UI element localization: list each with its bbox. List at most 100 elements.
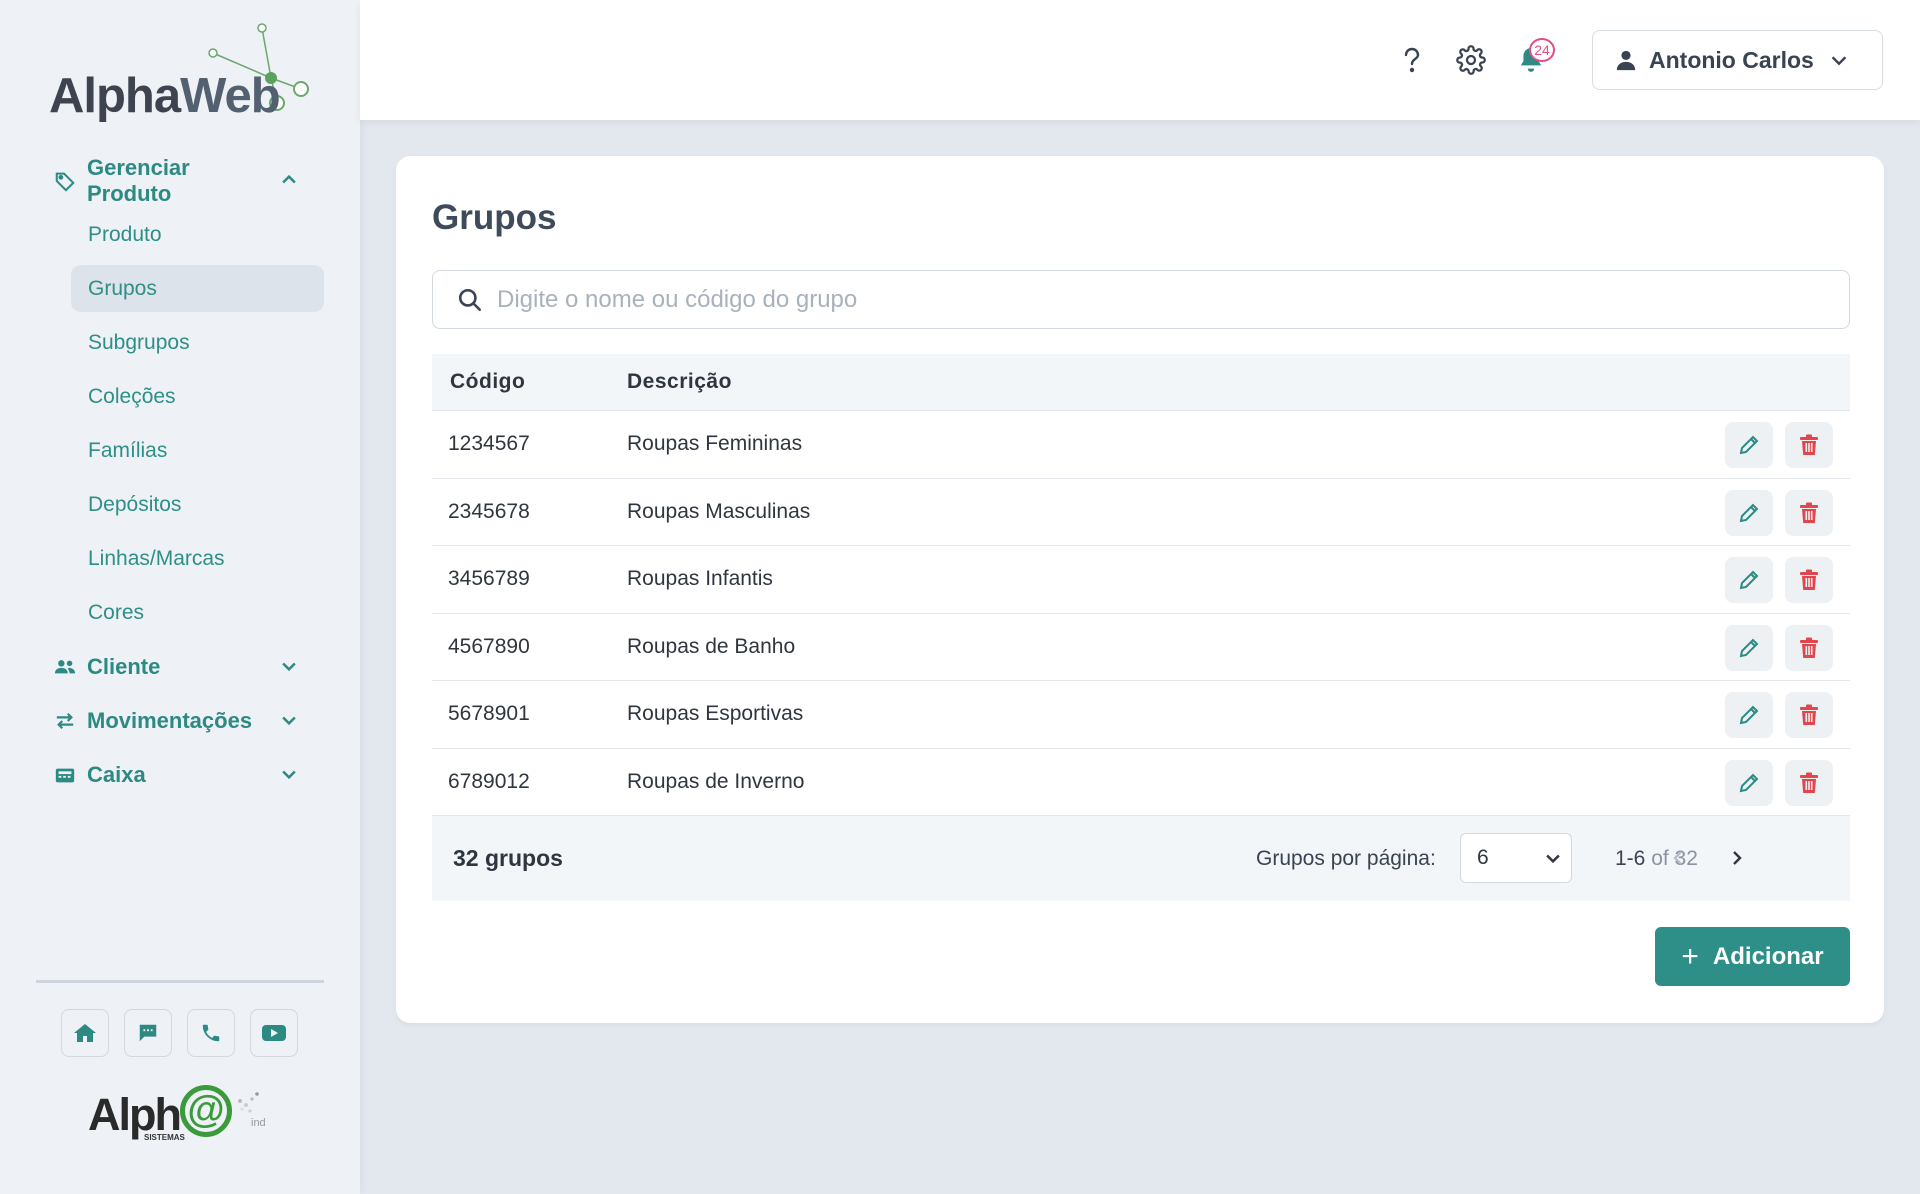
- table-row: 5678901 Roupas Esportivas: [432, 681, 1850, 749]
- trash-icon: [1799, 434, 1819, 456]
- user-menu-button[interactable]: Antonio Carlos: [1592, 30, 1883, 90]
- nav-group-label: Caixa: [87, 762, 146, 787]
- sidebar-item-cores[interactable]: Cores: [0, 586, 360, 640]
- trash-icon: [1799, 704, 1819, 726]
- sidebar-item-grupos[interactable]: Grupos: [71, 265, 324, 312]
- per-page-label: Grupos por página:: [1256, 846, 1436, 870]
- delete-button[interactable]: [1785, 624, 1833, 671]
- column-header-description[interactable]: Descrição: [627, 370, 1850, 394]
- help-button[interactable]: [1392, 40, 1432, 80]
- row-description: Roupas Esportivas: [627, 702, 804, 726]
- alpha-sistemas-logo: Alph @ SISTEMAS ind: [88, 1085, 288, 1145]
- youtube-icon: [261, 1023, 287, 1043]
- delete-button[interactable]: [1785, 422, 1833, 468]
- home-icon: [73, 1022, 97, 1044]
- nav-group-caixa[interactable]: Caixa: [0, 748, 360, 802]
- row-actions: [1725, 759, 1833, 806]
- sidebar-item-linhas-marcas[interactable]: Linhas/Marcas: [0, 532, 360, 586]
- chevron-down-icon: [279, 656, 301, 678]
- trash-icon: [1799, 502, 1819, 524]
- row-code: 5678901: [448, 702, 530, 726]
- chevron-down-icon: [1543, 848, 1563, 868]
- search-input[interactable]: [497, 285, 1797, 314]
- edit-button[interactable]: [1725, 692, 1773, 738]
- sidebar-item-subgrupos[interactable]: Subgrupos: [0, 316, 360, 370]
- page-title: Grupos: [432, 198, 557, 237]
- pencil-icon: [1737, 501, 1761, 525]
- row-actions: [1725, 489, 1833, 536]
- pencil-icon: [1737, 636, 1761, 660]
- edit-button[interactable]: [1725, 557, 1773, 603]
- phone-button[interactable]: [187, 1009, 235, 1057]
- sidebar-item-familias[interactable]: Famílias: [0, 424, 360, 478]
- per-page-select[interactable]: 6: [1460, 833, 1572, 883]
- delete-button[interactable]: [1785, 489, 1833, 536]
- logo-text: AlphaWeb: [49, 68, 281, 124]
- prev-page-button[interactable]: [1663, 843, 1693, 873]
- plus-icon: +: [1681, 939, 1699, 973]
- row-actions: [1725, 557, 1833, 603]
- users-icon: [53, 655, 77, 679]
- row-description: Roupas Masculinas: [627, 499, 811, 523]
- logo-alpha: Alpha: [49, 69, 181, 123]
- row-description: Roupas Infantis: [627, 567, 773, 591]
- delete-button[interactable]: [1785, 759, 1833, 806]
- home-button[interactable]: [61, 1009, 109, 1057]
- sidebar-item-colecoes[interactable]: Coleções: [0, 370, 360, 424]
- edit-button[interactable]: [1725, 624, 1773, 671]
- nav-group-gerenciar-produto[interactable]: Gerenciar Produto: [0, 154, 360, 208]
- edit-button[interactable]: [1725, 759, 1773, 806]
- column-header-code[interactable]: Código: [432, 370, 627, 394]
- pencil-icon: [1737, 771, 1761, 795]
- add-button[interactable]: + Adicionar: [1655, 927, 1850, 986]
- delete-button[interactable]: [1785, 557, 1833, 603]
- help-icon: [1401, 47, 1423, 73]
- nav-group-movimentacoes[interactable]: Movimentações: [0, 694, 360, 748]
- nav-group-label: Cliente: [87, 654, 161, 679]
- footer-logo-ind: ind: [251, 1117, 266, 1129]
- row-actions: [1725, 422, 1833, 468]
- total-count: 32 grupos: [453, 845, 563, 871]
- sidebar-item-depositos[interactable]: Depósitos: [0, 478, 360, 532]
- sidebar-item-produto[interactable]: Produto: [0, 208, 360, 262]
- groups-card: Grupos Código Descrição 1234567 Roupas F…: [396, 156, 1884, 1023]
- youtube-button[interactable]: [250, 1009, 298, 1057]
- row-code: 3456789: [448, 567, 530, 591]
- quick-links: [61, 1009, 298, 1057]
- edit-button[interactable]: [1725, 489, 1773, 536]
- alphaweb-logo[interactable]: AlphaWeb: [45, 22, 325, 132]
- settings-button[interactable]: [1451, 40, 1491, 80]
- chevron-right-icon: [1730, 849, 1744, 867]
- nav-group-cliente[interactable]: Cliente: [0, 640, 360, 694]
- user-name: Antonio Carlos: [1649, 46, 1814, 73]
- row-code: 1234567: [448, 432, 530, 456]
- cash-register-icon: [53, 763, 77, 787]
- add-button-label: Adicionar: [1712, 942, 1824, 970]
- edit-button[interactable]: [1725, 422, 1773, 468]
- sidebar: AlphaWeb Gerenciar Produto Produto Grupo…: [0, 0, 360, 1194]
- footer-logo-at: @: [180, 1085, 232, 1137]
- chevron-down-icon: [1828, 49, 1850, 71]
- pencil-icon: [1737, 568, 1761, 592]
- chevron-down-icon: [279, 764, 301, 786]
- exchange-icon: [53, 709, 77, 733]
- chat-button[interactable]: [124, 1009, 172, 1057]
- chevron-up-icon: [279, 170, 301, 192]
- table-footer: 32 grupos Grupos por página: 6 1-6 of 32: [432, 816, 1850, 901]
- search-icon: [457, 287, 483, 313]
- row-description: Roupas Femininas: [627, 432, 803, 456]
- search-box[interactable]: [432, 270, 1850, 329]
- table-row: 3456789 Roupas Infantis: [432, 546, 1850, 614]
- range-value: 1-6: [1615, 846, 1646, 870]
- pencil-icon: [1737, 433, 1761, 457]
- delete-button[interactable]: [1785, 692, 1833, 738]
- settings-icon: [1456, 45, 1486, 75]
- phone-icon: [200, 1022, 222, 1044]
- notification-badge: 24: [1529, 38, 1555, 62]
- row-actions: [1725, 624, 1833, 671]
- table-row: 6789012 Roupas de Inverno: [432, 749, 1850, 816]
- row-description: Roupas de Inverno: [627, 769, 805, 793]
- chat-icon: [137, 1022, 159, 1044]
- row-actions: [1725, 692, 1833, 738]
- next-page-button[interactable]: [1722, 843, 1752, 873]
